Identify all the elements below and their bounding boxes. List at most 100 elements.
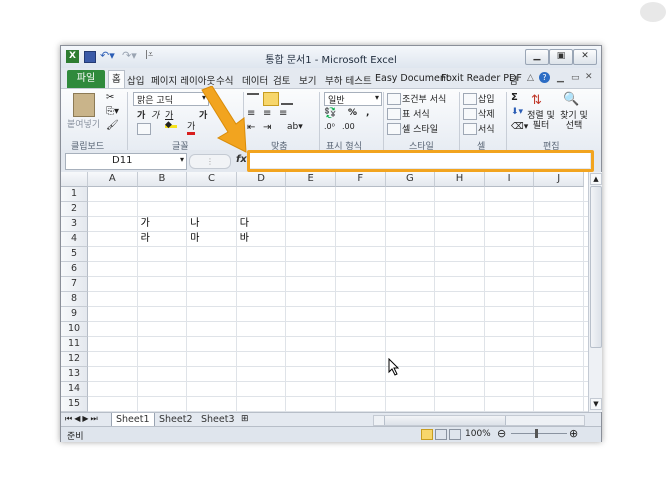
delete-cells-icon[interactable] — [463, 108, 477, 120]
cell-style-icon[interactable] — [387, 123, 401, 135]
sheet-tab-3[interactable]: Sheet3 — [197, 413, 239, 426]
decimal-decrease-icon[interactable]: .00 — [342, 122, 355, 131]
fill-color-icon[interactable]: ◆ — [165, 121, 177, 130]
row-header-6[interactable]: 6 — [61, 262, 88, 277]
column-header-e[interactable]: E — [286, 172, 336, 187]
worksheet-grid[interactable]: A B C D E F G H I J 1 2 3 4 5 6 7 8 9 10 11 12 13 14 15 가 나 다 라 마 바 — [61, 172, 588, 412]
cell-style-button[interactable]: 셀 스타일 — [402, 122, 438, 135]
row-header-3[interactable]: 3 — [61, 217, 88, 232]
column-header-f[interactable]: F — [336, 172, 386, 187]
window-minimize-icon[interactable]: ▁ — [557, 73, 564, 83]
column-header-b[interactable]: B — [137, 172, 188, 187]
cell-d4[interactable]: 바 — [237, 232, 249, 246]
cell-b3[interactable]: 가 — [138, 217, 150, 231]
scroll-up-icon[interactable]: ▲ — [590, 173, 602, 185]
conditional-format-icon[interactable] — [387, 93, 401, 105]
insert-cells-icon[interactable] — [463, 93, 477, 105]
row-header-8[interactable]: 8 — [61, 292, 88, 307]
cell-d3[interactable]: 다 — [237, 217, 249, 231]
tab-view[interactable]: 보기 — [299, 73, 316, 87]
sort-filter-button[interactable]: 정렬 및 필터 — [527, 111, 555, 131]
percent-button[interactable]: % — [348, 108, 357, 118]
sheet-nav-icon[interactable]: ⏮◀▶⏭ — [65, 414, 100, 424]
find-select-icon[interactable]: 🔍 — [563, 92, 579, 107]
tab-data[interactable]: 데이터 — [242, 73, 268, 87]
find-select-button[interactable]: 찾기 및 선택 — [559, 111, 589, 131]
bold-button[interactable]: 가 — [137, 108, 145, 121]
hscroll-thumb[interactable] — [384, 416, 506, 425]
align-right-icon[interactable]: ≡ — [279, 108, 287, 119]
font-color-button[interactable]: 가 — [187, 122, 196, 135]
column-header-i[interactable]: I — [484, 172, 535, 187]
align-bottom-icon[interactable] — [281, 93, 293, 105]
column-header-j[interactable]: J — [534, 172, 584, 187]
row-header-10[interactable]: 10 — [61, 322, 88, 337]
format-cells-icon[interactable] — [463, 123, 477, 135]
formula-bar-divider[interactable]: ⋮ — [189, 154, 231, 169]
tab-team[interactable]: 팀 — [509, 73, 518, 87]
format-cells-button[interactable]: 서식 — [478, 122, 495, 135]
zoom-slider[interactable] — [511, 433, 567, 434]
border-icon[interactable] — [137, 123, 151, 135]
minimize-button[interactable]: ▁ — [525, 49, 549, 65]
table-format-icon[interactable] — [387, 108, 401, 120]
zoom-slider-thumb[interactable] — [535, 429, 538, 438]
table-format-button[interactable]: 표 서식 — [402, 107, 430, 120]
chevron-down-icon[interactable]: ▾ — [180, 155, 184, 164]
clear-icon[interactable]: ⌫▾ — [511, 122, 528, 132]
new-sheet-icon[interactable]: ⊞ — [241, 414, 249, 424]
copy-icon[interactable]: ⎘▾ — [106, 106, 119, 117]
cell-c3[interactable]: 나 — [187, 217, 199, 231]
tab-easy-document[interactable]: Easy Document — [375, 73, 450, 84]
window-close-icon[interactable]: ✕ — [585, 72, 593, 82]
tab-file[interactable]: 파일 — [67, 70, 105, 88]
help-icon[interactable]: ? — [539, 72, 550, 83]
sort-filter-icon[interactable]: ⇅ — [531, 93, 542, 108]
column-header-c[interactable]: C — [187, 172, 237, 187]
scroll-thumb[interactable] — [590, 186, 602, 348]
fill-icon[interactable]: ⬇▾ — [511, 107, 523, 117]
row-header-4[interactable]: 4 — [61, 232, 88, 247]
format-painter-icon[interactable]: 🖌 — [106, 120, 119, 131]
close-button[interactable]: ✕ — [573, 49, 597, 65]
align-middle-icon[interactable] — [263, 92, 279, 106]
name-box[interactable]: D11 ▾ — [65, 153, 187, 170]
delete-cells-button[interactable]: 삭제 — [478, 107, 495, 120]
sheet-tab-2[interactable]: Sheet2 — [155, 413, 197, 426]
row-header-14[interactable]: 14 — [61, 382, 88, 397]
horizontal-scrollbar[interactable] — [373, 415, 585, 426]
select-all-corner[interactable] — [61, 172, 88, 187]
vertical-scrollbar[interactable]: ▲ ▼ — [588, 172, 602, 412]
column-header-g[interactable]: G — [385, 172, 436, 187]
row-header-11[interactable]: 11 — [61, 337, 88, 352]
zoom-in-icon[interactable]: ⊕ — [569, 427, 578, 440]
tab-review[interactable]: 검토 — [273, 73, 290, 87]
align-center-icon[interactable]: ≡ — [263, 108, 271, 119]
decimal-increase-icon[interactable]: .0⁰ — [324, 122, 335, 131]
normal-view-icon[interactable] — [421, 429, 433, 440]
cell-b4[interactable]: 라 — [138, 232, 150, 246]
paste-button-label[interactable]: 붙여넣기 — [67, 117, 100, 130]
page-layout-view-icon[interactable] — [435, 429, 447, 440]
paste-icon[interactable] — [73, 93, 95, 117]
indent-increase-icon[interactable]: ⇥ — [263, 122, 271, 133]
row-header-15[interactable]: 15 — [61, 397, 88, 412]
tab-home[interactable]: 홈 — [108, 70, 125, 88]
row-header-2[interactable]: 2 — [61, 202, 88, 217]
row-header-5[interactable]: 5 — [61, 247, 88, 262]
autosum-button[interactable]: Σ — [511, 92, 518, 103]
window-restore-icon[interactable]: ▭ — [571, 73, 580, 83]
currency-icon[interactable]: 💱 — [324, 108, 336, 119]
orientation-icon[interactable]: ab▾ — [287, 122, 303, 132]
row-header-13[interactable]: 13 — [61, 367, 88, 382]
zoom-out-icon[interactable]: ⊖ — [497, 427, 506, 440]
row-header-12[interactable]: 12 — [61, 352, 88, 367]
row-header-1[interactable]: 1 — [61, 187, 88, 202]
conditional-format-button[interactable]: 조건부 서식 — [402, 92, 446, 105]
row-header-7[interactable]: 7 — [61, 277, 88, 292]
restore-button[interactable]: ▣ — [549, 49, 573, 65]
zoom-level[interactable]: 100% — [465, 429, 491, 439]
cell-c4[interactable]: 마 — [187, 232, 199, 246]
column-header-d[interactable]: D — [236, 172, 287, 187]
italic-button[interactable]: 가 — [151, 108, 159, 121]
